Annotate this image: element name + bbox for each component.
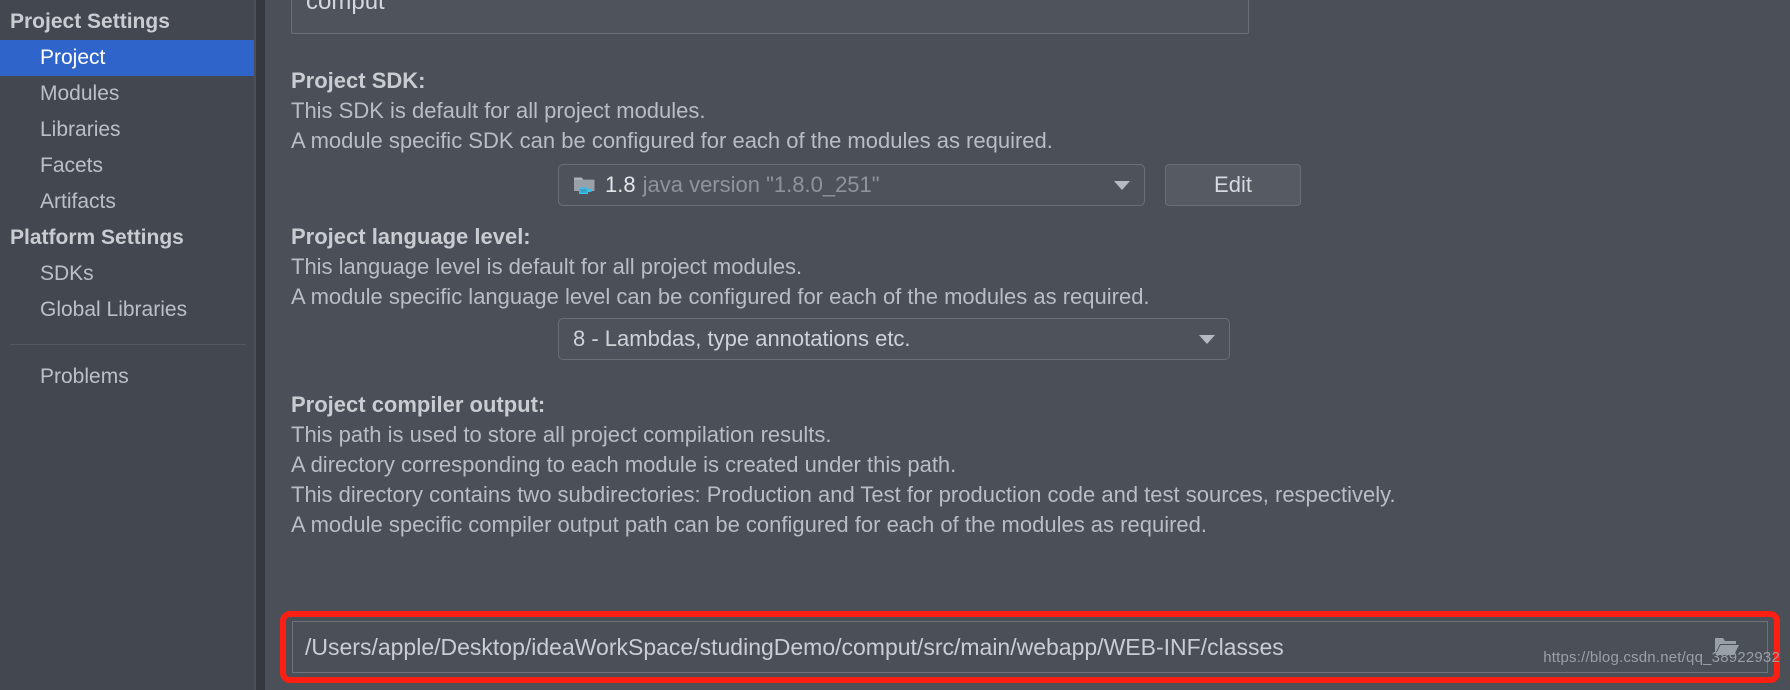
project-compiler-output-desc-line-1: This path is used to store all project c…	[291, 422, 832, 447]
edit-sdk-button-label: Edit	[1214, 172, 1252, 197]
sidebar-divider	[10, 344, 246, 345]
project-sdk-detail: java version "1.8.0_251"	[642, 172, 880, 197]
sidebar-group-header-platform-settings: Platform Settings	[10, 226, 184, 249]
chevron-down-icon	[1114, 181, 1130, 190]
project-compiler-output-title: Project compiler output:	[291, 392, 546, 417]
sidebar-item-label: Libraries	[40, 118, 121, 141]
project-language-level-desc-line-1: This language level is default for all p…	[291, 254, 803, 279]
watermark-url: https://blog.csdn.net/qq_38922932	[1543, 649, 1780, 666]
sidebar-item-modules[interactable]: Modules	[0, 76, 256, 112]
project-name-input[interactable]: comput	[291, 0, 1249, 34]
project-sdk-desc-line-1: This SDK is default for all project modu…	[291, 98, 706, 123]
sidebar-item-libraries[interactable]: Libraries	[0, 112, 256, 148]
sidebar-item-label: Facets	[40, 154, 104, 177]
project-language-level-value: 8 - Lambdas, type annotations etc.	[573, 326, 911, 351]
project-language-level-section: Project language level: This language le…	[291, 222, 1150, 312]
project-sdk-combo[interactable]: 1.8 java version "1.8.0_251"	[558, 164, 1145, 206]
project-compiler-output-section: Project compiler output: This path is us…	[291, 390, 1396, 540]
sidebar-item-label: Problems	[40, 365, 129, 388]
chevron-down-icon	[1199, 335, 1215, 344]
sidebar-item-project[interactable]: Project	[0, 40, 256, 76]
sidebar-item-label: SDKs	[40, 262, 94, 285]
settings-sidebar: Project Settings Project Modules Librari…	[0, 0, 256, 690]
sidebar-item-sdks[interactable]: SDKs	[0, 256, 256, 292]
sidebar-item-label: Global Libraries	[40, 298, 188, 321]
project-structure-dialog: Project Settings Project Modules Librari…	[0, 0, 1790, 690]
project-sdk-version: 1.8	[605, 172, 636, 197]
edit-sdk-button[interactable]: Edit	[1165, 164, 1301, 206]
sidebar-item-label: Artifacts	[40, 190, 116, 213]
project-language-level-desc-line-2: A module specific language level can be …	[291, 284, 1150, 309]
project-sdk-desc-line-2: A module specific SDK can be configured …	[291, 128, 1053, 153]
java-sdk-folder-icon	[573, 174, 597, 196]
sidebar-group-header-project-settings: Project Settings	[10, 10, 170, 33]
panel-splitter[interactable]	[256, 0, 265, 690]
project-language-level-combo[interactable]: 8 - Lambdas, type annotations etc.	[558, 318, 1230, 360]
sidebar-right-edge	[254, 0, 256, 690]
sidebar-item-label: Project	[40, 46, 106, 69]
project-compiler-output-desc-line-4: A module specific compiler output path c…	[291, 512, 1207, 537]
sidebar-item-problems[interactable]: Problems	[0, 359, 256, 395]
sidebar-item-label: Modules	[40, 82, 120, 105]
project-sdk-section: Project SDK: This SDK is default for all…	[291, 66, 1053, 156]
project-sdk-title: Project SDK:	[291, 68, 426, 93]
project-compiler-output-desc-line-2: A directory corresponding to each module…	[291, 452, 957, 477]
project-language-level-title: Project language level:	[291, 224, 531, 249]
project-compiler-output-desc-line-3: This directory contains two subdirectori…	[291, 482, 1396, 507]
project-settings-panel: comput Project SDK: This SDK is default …	[265, 0, 1790, 690]
sidebar-item-artifacts[interactable]: Artifacts	[0, 184, 256, 220]
sidebar-item-global-libraries[interactable]: Global Libraries	[0, 292, 256, 328]
sidebar-item-facets[interactable]: Facets	[0, 148, 256, 184]
